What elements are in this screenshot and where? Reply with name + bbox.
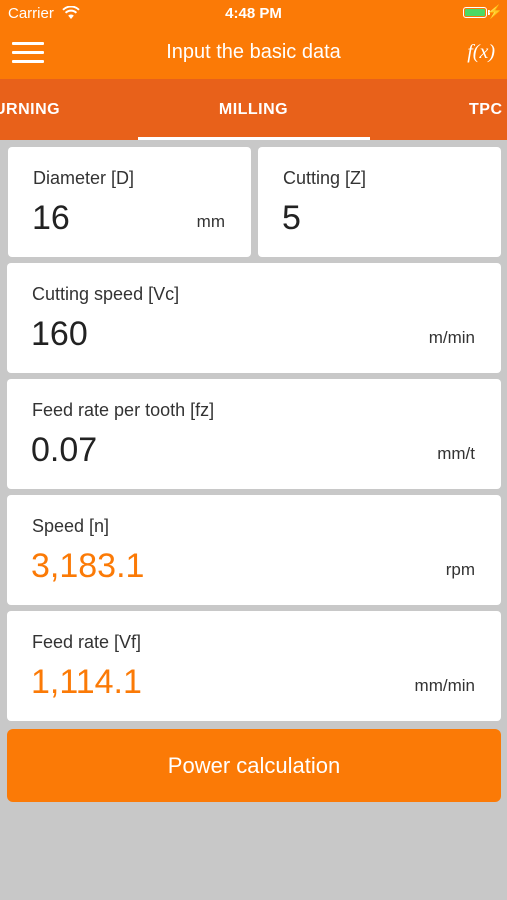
cutting-label: Cutting [Z] bbox=[283, 168, 367, 188]
tab-bar: URNING MILLING TPC bbox=[0, 79, 507, 140]
diameter-value[interactable]: 16 bbox=[32, 199, 70, 238]
speed-unit: rpm bbox=[445, 560, 475, 579]
charging-icon: ⚡ bbox=[486, 4, 503, 19]
diameter-unit: mm bbox=[196, 212, 225, 231]
feed-rate-per-tooth-value[interactable]: 0.07 bbox=[31, 431, 97, 470]
tab-tpc[interactable]: TPC bbox=[469, 101, 503, 119]
speed-result: Speed [n] 3,183.1 rpm bbox=[7, 495, 501, 605]
tab-milling[interactable]: MILLING bbox=[0, 101, 507, 119]
cutting-speed-value[interactable]: 160 bbox=[31, 315, 88, 354]
feed-rate-result: Feed rate [Vf] 1,114.1 mm/min bbox=[7, 611, 501, 721]
page-title: Input the basic data bbox=[166, 41, 341, 63]
feed-rate-per-tooth-field[interactable]: Feed rate per tooth [fz] 0.07 mm/t bbox=[7, 379, 501, 489]
feed-rate-label: Feed rate [Vf] bbox=[32, 632, 142, 652]
feed-rate-value: 1,114.1 bbox=[31, 663, 142, 701]
cutting-speed-field[interactable]: Cutting speed [Vc] 160 m/min bbox=[7, 263, 501, 373]
speed-value: 3,183.1 bbox=[31, 547, 145, 585]
speed-label: Speed [n] bbox=[32, 516, 110, 536]
status-bar: Carrier 4:48 PM ⚡ bbox=[0, 0, 507, 28]
cutting-speed-unit: m/min bbox=[428, 328, 475, 347]
feed-rate-unit: mm/min bbox=[414, 676, 475, 695]
cutting-speed-label: Cutting speed [Vc] bbox=[32, 284, 180, 304]
diameter-field[interactable]: Diameter [D] 16 mm bbox=[8, 147, 251, 257]
power-calculation-button[interactable]: Power calculation bbox=[7, 729, 501, 802]
formula-button[interactable]: f(x) bbox=[467, 41, 495, 64]
cutting-field[interactable]: Cutting [Z] 5 bbox=[258, 147, 501, 257]
feed-rate-per-tooth-label: Feed rate per tooth [fz] bbox=[32, 400, 215, 420]
active-tab-indicator bbox=[138, 137, 370, 140]
navigation-bar: Input the basic data f(x) bbox=[0, 28, 507, 79]
feed-rate-per-tooth-unit: mm/t bbox=[437, 444, 475, 463]
cutting-value[interactable]: 5 bbox=[282, 199, 301, 238]
battery-icon bbox=[463, 7, 487, 18]
status-time: 4:48 PM bbox=[225, 5, 282, 22]
diameter-label: Diameter [D] bbox=[33, 168, 135, 188]
